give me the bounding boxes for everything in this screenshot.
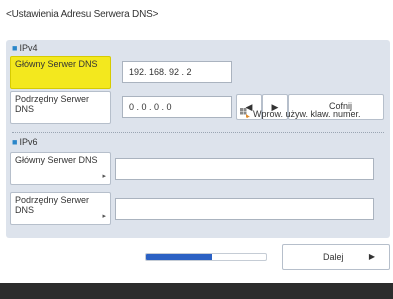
progress-fill <box>146 254 212 260</box>
ipv6-heading-label: IPv6 <box>19 137 38 147</box>
ipv6-primary-dns-field[interactable] <box>115 158 374 180</box>
next-button-label: Dalej <box>323 252 344 262</box>
chevron-down-icon: ▸ <box>102 173 106 180</box>
ipv6-secondary-dns-field[interactable] <box>115 198 374 220</box>
chevron-down-icon: ▸ <box>102 213 106 220</box>
arrow-right-icon: ▶ <box>368 252 375 261</box>
bullet-icon: ■ <box>12 43 18 53</box>
ipv6-primary-dns-label[interactable]: Główny Serwer DNS ▸ <box>10 152 111 185</box>
keypad-hint-text: Wprow. używ. klaw. numer. <box>253 109 361 119</box>
ipv4-heading-label: IPv4 <box>19 43 38 53</box>
ipv4-primary-dns-label-text: Główny Serwer DNS <box>15 59 98 69</box>
ipv6-secondary-dns-label-text: Podrzędny Serwer DNS <box>15 195 90 215</box>
ipv6-secondary-dns-label[interactable]: Podrzędny Serwer DNS ▸ <box>10 192 111 225</box>
keypad-icon <box>240 108 250 118</box>
next-button[interactable]: Dalej ▶ <box>282 244 390 270</box>
keypad-hint[interactable]: Wprow. używ. klaw. numer. <box>240 108 361 119</box>
ipv4-secondary-dns-field[interactable]: 0 . 0 . 0 . 0 <box>122 96 232 118</box>
ipv4-secondary-dns-label[interactable]: Podrzędny Serwer DNS <box>10 91 111 124</box>
ipv6-primary-dns-label-text: Główny Serwer DNS <box>15 155 98 165</box>
ipv4-section-heading: ■ IPv4 <box>12 43 37 53</box>
bullet-icon: ■ <box>12 137 18 147</box>
settings-panel: ■ IPv4 Główny Serwer DNS 192. 168. 92 . 2… <box>6 40 390 238</box>
ipv4-primary-dns-label[interactable]: Główny Serwer DNS <box>10 56 111 89</box>
section-divider <box>12 132 384 133</box>
footer-bar <box>0 283 393 299</box>
ipv6-section-heading: ■ IPv6 <box>12 137 37 147</box>
progress-bar <box>145 253 267 261</box>
page-title: <Ustawienia Adresu Serwera DNS> <box>6 9 159 20</box>
ipv4-secondary-dns-label-text: Podrzędny Serwer DNS <box>15 94 90 114</box>
ipv4-primary-dns-field[interactable]: 192. 168. 92 . 2 <box>122 61 232 83</box>
